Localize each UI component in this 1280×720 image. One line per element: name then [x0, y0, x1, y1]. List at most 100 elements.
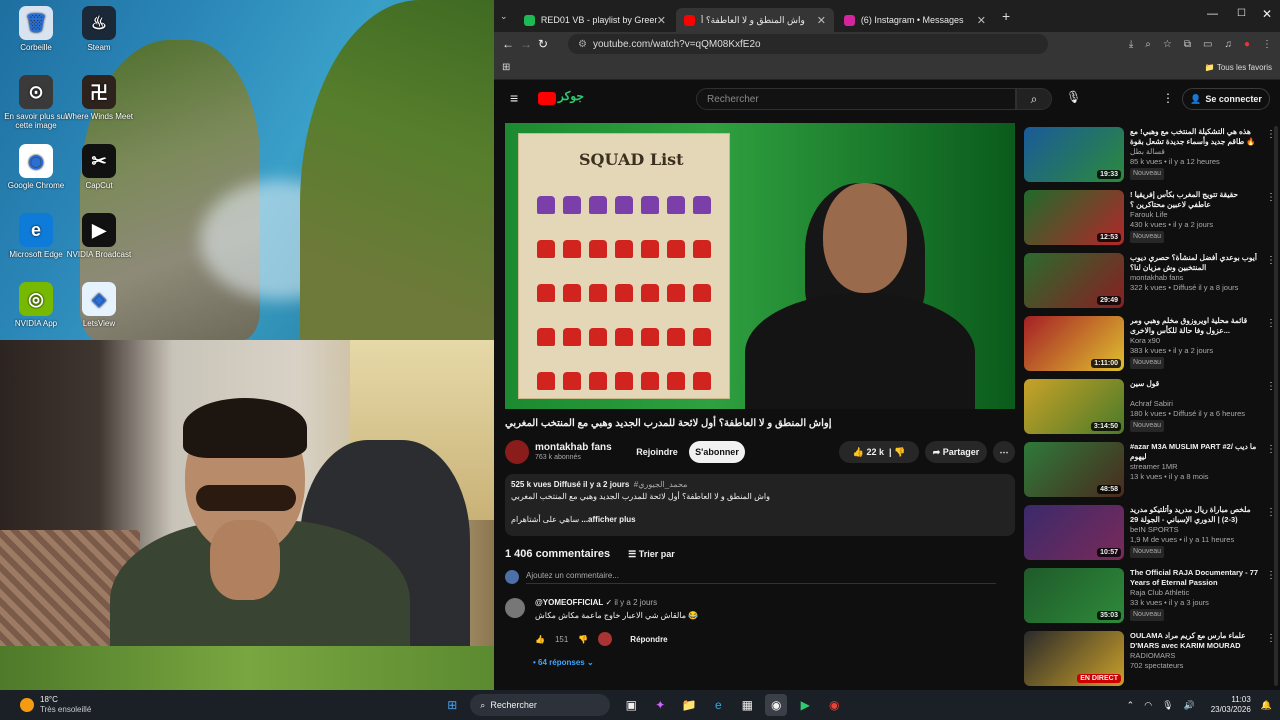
recommended-video[interactable]: 19:33 هذه هي التشكيلة المنتخب مع وهبي! مع… [1024, 123, 1280, 186]
recommended-channel[interactable]: قسالة بطل [1130, 147, 1260, 157]
comment-avatar[interactable] [505, 598, 525, 618]
video-thumbnail[interactable]: 10:57 [1024, 505, 1124, 560]
desktop-icon[interactable]: e Microsoft Edge [1, 213, 71, 259]
menu-dots-icon[interactable]: ⋮ [1262, 39, 1272, 50]
recommended-title[interactable]: #azar M3A MUSLIM PART #2/ ما ديب ليهوم [1130, 442, 1260, 462]
video-thumbnail[interactable]: 3:14:50 [1024, 379, 1124, 434]
reload-icon[interactable]: ↻ [538, 37, 556, 51]
recommended-video[interactable]: 1:11:00 قائمة محلية اويروزوق مخلم وهبي وم… [1024, 312, 1280, 375]
search-input[interactable]: Rechercher [696, 88, 1016, 110]
forward-icon[interactable]: → [520, 37, 538, 51]
like-dislike-button[interactable]: 👍 22 k | 👎 [839, 441, 919, 463]
profile-avatar[interactable]: ● [1244, 39, 1250, 50]
desktop-icon[interactable]: ▶ NVIDIA Broadcast [64, 213, 134, 259]
media-icon[interactable]: ♫ [1224, 39, 1232, 50]
recommended-title[interactable]: قائمة محلية اويروزوق مخلم وهبي ومر عزول … [1130, 316, 1260, 336]
scrollbar[interactable] [1274, 126, 1278, 686]
desktop-icon[interactable]: ♨ Steam [64, 6, 134, 52]
video-thumbnail[interactable]: 12:53 [1024, 190, 1124, 245]
channel-avatar[interactable] [505, 440, 529, 464]
add-comment-input[interactable]: Ajoutez un commentaire... [526, 571, 996, 584]
like-icon[interactable]: 👍 [853, 447, 864, 458]
youtube-doodle[interactable]: جوكر [558, 89, 584, 103]
mic-icon[interactable]: 🎙 [1066, 90, 1081, 104]
recommended-channel[interactable]: RADIOMARS [1130, 651, 1260, 661]
channel-name[interactable]: montakhab fans [535, 442, 612, 453]
taskbar-search[interactable]: ⌕ Rechercher [470, 694, 611, 716]
dislike-icon[interactable]: 👎 [894, 447, 905, 458]
description-box[interactable]: 525 k vues Diffusé il y a 2 jours #محمد_… [505, 474, 1015, 536]
desktop-icon[interactable]: ⊙ En savoir plus sur cette image [1, 75, 71, 130]
recommended-video[interactable]: 35:03 The Official RAJA Documentary - 77 … [1024, 564, 1280, 627]
back-icon[interactable]: ← [502, 37, 520, 51]
signin-button[interactable]: 👤 Se connecter [1182, 88, 1270, 110]
recommended-video[interactable]: 3:14:50 قول سين Achraf Sabiri 180 k vues • … [1024, 375, 1280, 438]
url-field[interactable]: ⚙ youtube.com/watch?v=qQM08KxfE2o [568, 34, 1048, 54]
recommended-title[interactable]: أيوب بوعدي أفضل لمنشأة؟ حصري ديوب المنتخ… [1130, 253, 1260, 273]
weather-icon[interactable] [20, 698, 34, 712]
file-explorer-icon[interactable]: 📁 [678, 694, 700, 716]
start-icon[interactable]: ⊞ [441, 694, 463, 716]
task-view-icon[interactable]: ▣ [620, 694, 642, 716]
tab-close-icon[interactable]: ✕ [657, 14, 666, 27]
desktop-icon[interactable]: ◉ Google Chrome [1, 144, 71, 190]
recommended-video[interactable]: 48:58 #azar M3A MUSLIM PART #2/ ما ديب لي… [1024, 438, 1280, 501]
replies-toggle[interactable]: • 64 réponses ⌄ [533, 658, 594, 667]
browser-tab[interactable]: RED01 VB - playlist by Greenbo ✕ [516, 8, 674, 32]
extensions-icon[interactable]: ⧉ [1184, 39, 1191, 50]
recommended-channel[interactable]: Farouk Life [1130, 210, 1260, 220]
clock-date[interactable]: 23/03/2026 [1211, 705, 1251, 715]
recommended-video[interactable]: EN DIRECT OULAMA علماء مارس مع كريم مراد … [1024, 627, 1280, 690]
recommended-channel[interactable]: montakhab fans [1130, 273, 1260, 283]
tray-overflow-icon[interactable]: ⌃ [1127, 700, 1135, 711]
recommended-video[interactable]: 10:57 ملخص مباراة ريال مدريد وأتلتيكو مدر… [1024, 501, 1280, 564]
tab-menu-icon[interactable]: ⌄ [500, 11, 516, 22]
youtube-logo-icon[interactable] [538, 92, 556, 105]
edge-taskbar-icon[interactable]: e [707, 694, 729, 716]
desktop-icon[interactable]: ◈ LetsView [64, 282, 134, 328]
new-tab-icon[interactable]: + [1002, 8, 1010, 24]
comment-dislike-icon[interactable]: 👎 [578, 635, 588, 644]
copilot-icon[interactable]: ✦ [649, 694, 671, 716]
volume-icon[interactable]: 🔊 [1184, 700, 1195, 711]
tab-close-icon[interactable]: ✕ [817, 14, 826, 27]
browser-tab[interactable]: واش المنطق و لا العاطفة؟ أ ✕ [676, 8, 834, 32]
recommended-video[interactable]: 29:49 أيوب بوعدي أفضل لمنشأة؟ حصري ديوب ا… [1024, 249, 1280, 312]
video-thumbnail[interactable]: 29:49 [1024, 253, 1124, 308]
video-thumbnail[interactable]: 35:03 [1024, 568, 1124, 623]
video-thumbnail[interactable]: 19:33 [1024, 127, 1124, 182]
maximize-icon[interactable]: ☐ [1237, 8, 1246, 19]
reply-button[interactable]: Répondre [630, 635, 667, 644]
video-thumbnail[interactable]: 1:11:00 [1024, 316, 1124, 371]
browser-tab[interactable]: (6) Instagram • Messages ✕ [836, 8, 994, 32]
all-bookmarks[interactable]: 📁 Tous les favoris [1205, 63, 1272, 72]
notification-icon[interactable]: 🔔 [1261, 700, 1272, 711]
comment-like-icon[interactable]: 👍 [535, 635, 545, 644]
recommended-channel[interactable]: streamer 1MR [1130, 462, 1260, 472]
recommended-title[interactable]: حقيقة تتويج المغرب بكأس إفريقيا ! عاطفي … [1130, 190, 1260, 210]
recommended-title[interactable]: ملخص مباراة ريال مدريد وأتلتيكو مدريد (3… [1130, 505, 1260, 525]
zoom-icon[interactable]: ⌕ [1145, 39, 1151, 50]
chrome-taskbar-icon[interactable]: ◉ [765, 694, 788, 716]
clock-time[interactable]: 11:03 [1211, 695, 1250, 705]
video-player[interactable]: SQUAD List [505, 123, 1015, 409]
bookmark-star-icon[interactable]: ☆ [1163, 39, 1172, 50]
wifi-icon[interactable]: ◠ [1144, 700, 1152, 711]
chrome-profile-taskbar-icon[interactable]: ◉ [823, 694, 845, 716]
desc-hashtag[interactable]: #محمد_الجيوري [634, 480, 688, 489]
install-icon[interactable]: ⤓ [1129, 39, 1133, 50]
recommended-video[interactable]: 12:53 حقيقة تتويج المغرب بكأس إفريقيا ! ع… [1024, 186, 1280, 249]
recommended-channel[interactable]: Raja Club Athletic [1130, 588, 1260, 598]
recommended-title[interactable]: OULAMA علماء مارس مع كريم مراد D'MARS av… [1130, 631, 1260, 651]
join-button[interactable]: Rejoindre [629, 441, 685, 463]
mic-tray-icon[interactable]: 🎙 [1162, 700, 1173, 711]
sidebar-icon[interactable]: ▭ [1203, 39, 1212, 50]
search-icon[interactable]: ⌕ [1016, 88, 1052, 110]
apps-icon[interactable]: ⊞ [502, 62, 510, 73]
more-actions-icon[interactable]: ⋯ [993, 441, 1015, 463]
site-info-icon[interactable]: ⚙ [578, 39, 587, 50]
show-more-link[interactable]: ...afficher plus [581, 515, 635, 524]
recommended-channel[interactable]: Achraf Sabiri [1130, 399, 1260, 409]
subscribe-button[interactable]: S'abonner [689, 441, 745, 463]
tab-close-icon[interactable]: ✕ [977, 14, 986, 27]
